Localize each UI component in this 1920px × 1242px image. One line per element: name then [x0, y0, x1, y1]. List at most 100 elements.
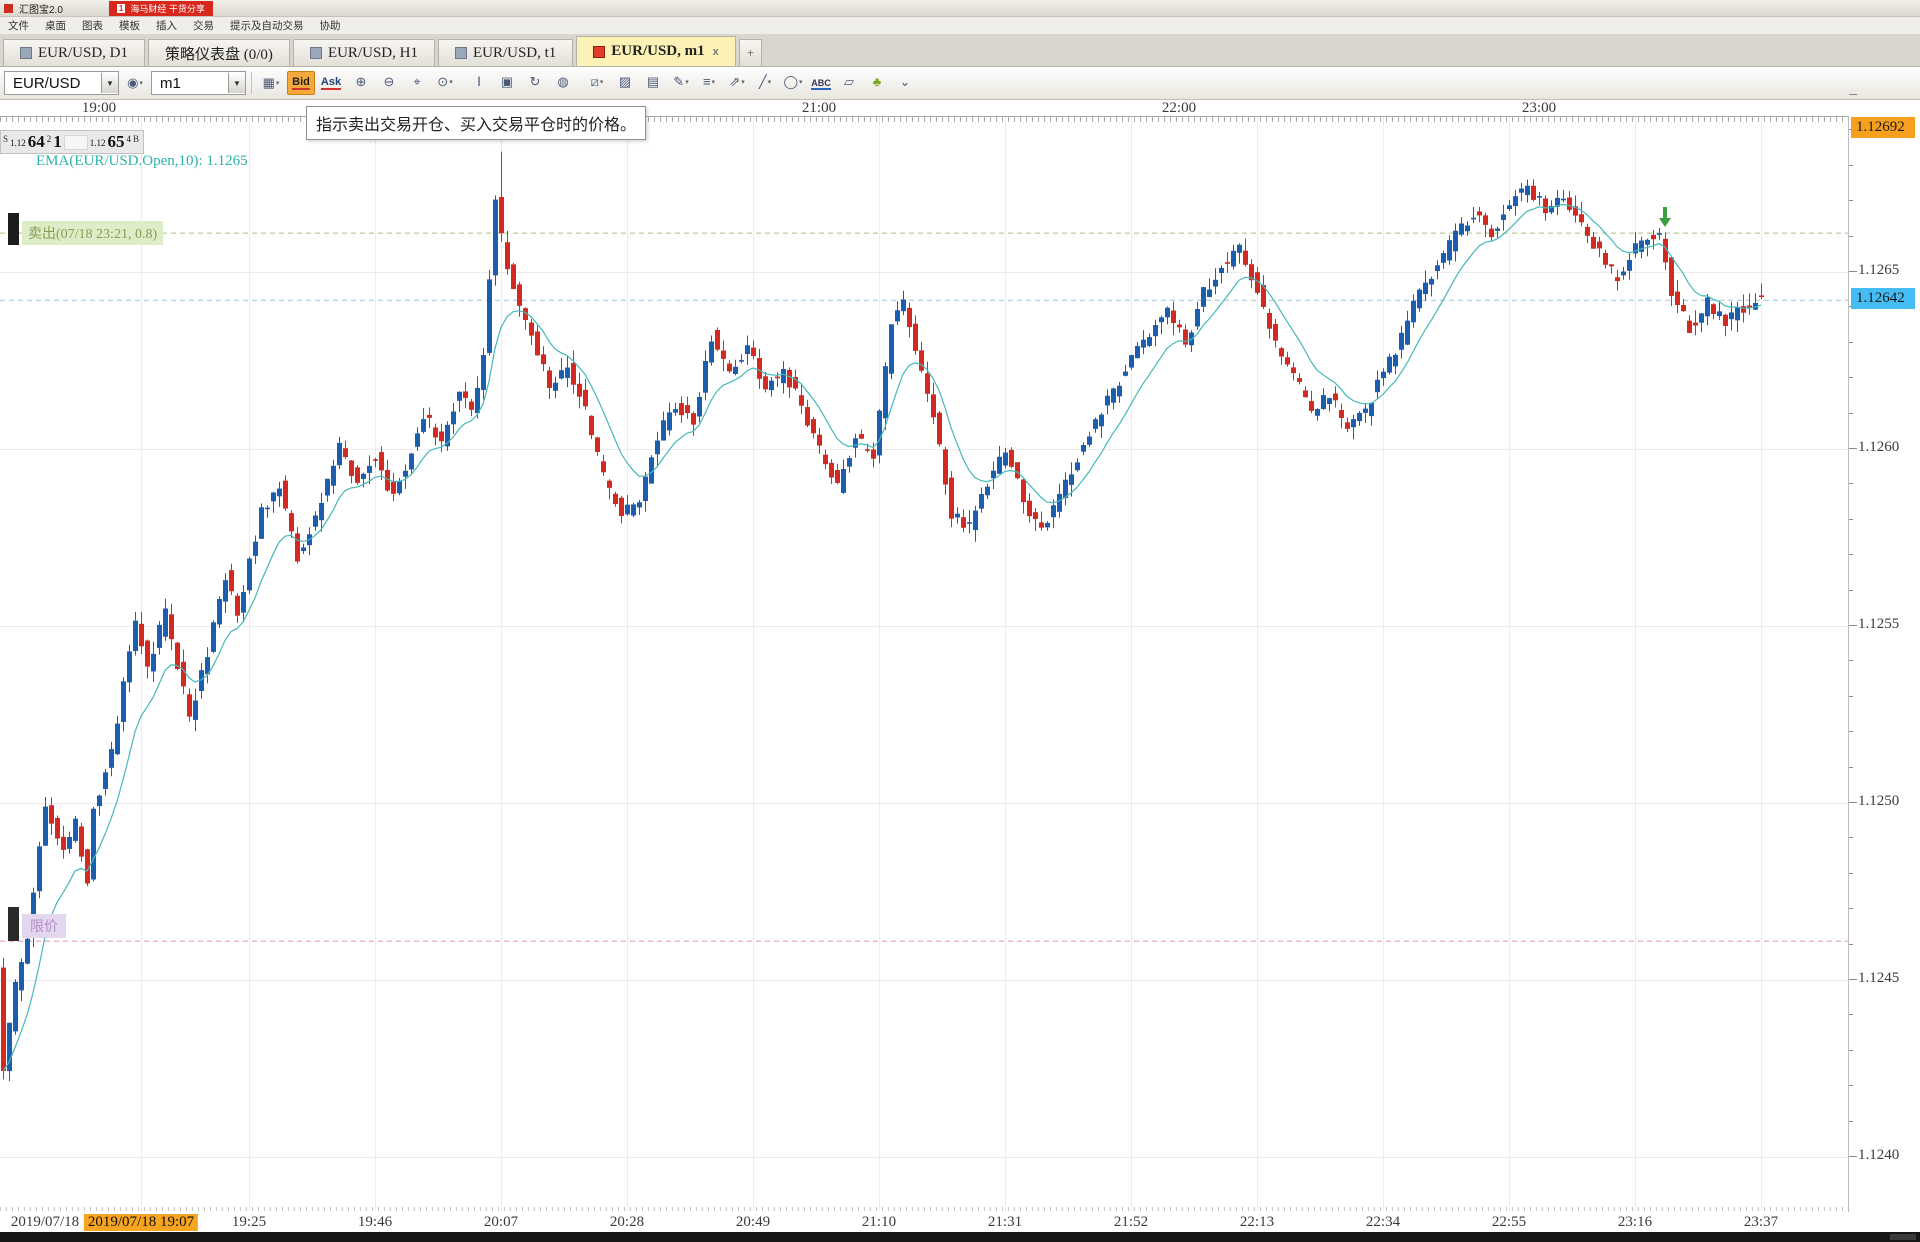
strategy-icon[interactable]: ♣	[863, 70, 891, 94]
ask-toggle-button[interactable]: Ask	[317, 71, 345, 95]
promo-badge[interactable]: 1海马财经 干货分享	[109, 1, 213, 16]
chart-tab[interactable]: 策略仪表盘 (0/0)	[148, 39, 290, 66]
quote-sell-sup: 2	[47, 132, 52, 144]
price-tick	[1849, 1014, 1853, 1015]
menu-item[interactable]: 模板	[111, 17, 148, 34]
image-icon[interactable]: ▨	[611, 70, 639, 94]
limit-order-label[interactable]: 限价	[22, 914, 66, 938]
share-icon[interactable]: ↻	[521, 70, 549, 94]
bid-toggle-button[interactable]: Bid	[287, 71, 315, 95]
quote-buy-big: 65	[108, 132, 125, 152]
crosshair-icon[interactable]: ⌖	[403, 70, 431, 94]
time-label-highlighted: 2019/07/18 19:07	[84, 1214, 198, 1231]
window-title: 汇图宝2.0	[19, 1, 63, 16]
compress-icon: Ⅰ	[477, 74, 481, 90]
time-label: 21:31	[988, 1214, 1022, 1231]
price-tick	[1849, 200, 1853, 201]
chevron-down-icon[interactable]: ▾	[712, 78, 716, 86]
compress-icon[interactable]: Ⅰ	[465, 70, 493, 94]
period-select[interactable]: m1 ▼	[151, 71, 246, 95]
last-price-badge: 1.12642	[1851, 288, 1915, 309]
price-axis[interactable]: 1.12651.12601.12551.12501.12451.12401.12…	[1849, 116, 1920, 1212]
menu-item[interactable]: 文件	[0, 17, 37, 34]
chevron-down-icon[interactable]: ▾	[799, 78, 803, 86]
price-tick	[1849, 519, 1853, 520]
app-icon	[4, 4, 13, 13]
chevron-down-icon[interactable]: ▾	[449, 78, 453, 86]
ellipse-tool-icon[interactable]: ◯▾	[779, 70, 807, 94]
pencil-lines-icon[interactable]: ✎▾	[667, 70, 695, 94]
image-icon: ▨	[619, 74, 631, 90]
line-tool-icon[interactable]: ╱▾	[751, 70, 779, 94]
chevron-down-icon[interactable]: ▼	[228, 73, 245, 93]
chevron-down-icon[interactable]: ▾	[741, 78, 745, 86]
price-label: 1.1240	[1858, 1147, 1899, 1164]
price-tick	[1849, 873, 1853, 874]
zoom-out-icon: ⊖	[384, 74, 395, 90]
chart-plot[interactable]: S 1.12 64 2 1 1.12 65 4 B EMA(EUR/USD.Op…	[0, 116, 1849, 1212]
price-tick	[1849, 1156, 1857, 1157]
price-tick	[1849, 448, 1857, 449]
eraser-icon[interactable]: ▱	[835, 70, 863, 94]
price-tick	[1849, 590, 1853, 591]
chart-tab[interactable]: EUR/USD, t1	[438, 39, 573, 66]
price-tick	[1849, 271, 1857, 272]
chart-tab-icon	[20, 47, 32, 59]
promo-count: 1	[117, 4, 125, 13]
price-tick	[1849, 483, 1853, 484]
chevron-down-icon[interactable]: ▾	[276, 79, 280, 87]
chart-tab[interactable]: EUR/USD, D1	[3, 39, 145, 66]
price-tick	[1849, 944, 1853, 945]
text-tool-icon: ABC	[811, 78, 831, 90]
chevron-down-icon[interactable]: ▼	[101, 73, 118, 93]
more-icon[interactable]: ⌄	[891, 70, 919, 94]
indicators-icon[interactable]: ◉▾	[121, 71, 149, 95]
zoom-out-icon[interactable]: ⊖	[375, 70, 403, 94]
menu-item[interactable]: 桌面	[37, 17, 74, 34]
title-bar: 汇图宝2.0 1海马财经 干货分享	[0, 0, 1920, 17]
magnifier-icon[interactable]: ⊙▾	[431, 70, 459, 94]
bottom-edge-bar	[0, 1232, 1920, 1242]
top-time-axis: 19:0021:0022:0023:00	[0, 100, 1848, 116]
quote-buy-small: 1.12	[90, 132, 106, 148]
top-time-label: 23:00	[1522, 100, 1556, 117]
screenshot-icon[interactable]: ▣	[493, 70, 521, 94]
globe-icon[interactable]: ◍	[549, 70, 577, 94]
ellipse-tool-icon: ◯	[783, 74, 798, 90]
text-tool-icon[interactable]: ABC	[807, 72, 835, 96]
menu-item[interactable]: 图表	[74, 17, 111, 34]
chart-tab[interactable]: EUR/USD, H1	[293, 39, 435, 66]
layers-icon[interactable]: ≡▾	[695, 70, 723, 94]
pencil-lines-icon: ✎	[673, 74, 684, 90]
sell-order-label[interactable]: 卖出(07/18 23:21, 0.8)	[22, 221, 163, 245]
menu-item[interactable]: 交易	[185, 17, 222, 34]
sell-marker-candle-icon	[8, 213, 19, 245]
price-tick	[1849, 802, 1857, 803]
bid-label: Bid	[292, 76, 310, 90]
close-icon[interactable]: x	[713, 46, 719, 58]
crosshair-icon: ⌖	[413, 74, 420, 90]
menu-item[interactable]: 提示及自动交易	[222, 17, 312, 34]
chevron-down-icon[interactable]: ▾	[768, 78, 772, 86]
chart-tab-label: EUR/USD, D1	[38, 45, 128, 62]
price-tick	[1849, 660, 1853, 661]
limit-marker-candle-icon	[8, 907, 19, 941]
price-tick	[1849, 767, 1853, 768]
quote-buy-letter: B	[133, 132, 139, 144]
price-tick	[1849, 236, 1853, 237]
archive-icon[interactable]: ▤	[639, 70, 667, 94]
new-tab-button[interactable]: +	[739, 39, 762, 66]
share-icon: ↻	[530, 74, 541, 90]
arrow-tool-icon[interactable]: ⇗▾	[723, 70, 751, 94]
price-tick	[1849, 696, 1853, 697]
ruler-icon[interactable]: ⧄▾	[583, 70, 611, 94]
menu-item[interactable]: 协助	[312, 17, 349, 34]
symbol-select[interactable]: EUR/USD ▼	[4, 71, 119, 95]
chart-tab[interactable]: EUR/USD, m1x	[576, 36, 735, 66]
menu-item[interactable]: 插入	[148, 17, 185, 34]
chevron-down-icon[interactable]: ▾	[600, 78, 604, 86]
zoom-in-icon[interactable]: ⊕	[347, 70, 375, 94]
chart-type-icon[interactable]: ▦▾	[257, 71, 285, 95]
chevron-down-icon[interactable]: ▾	[685, 78, 689, 86]
time-label: 20:07	[484, 1214, 518, 1231]
